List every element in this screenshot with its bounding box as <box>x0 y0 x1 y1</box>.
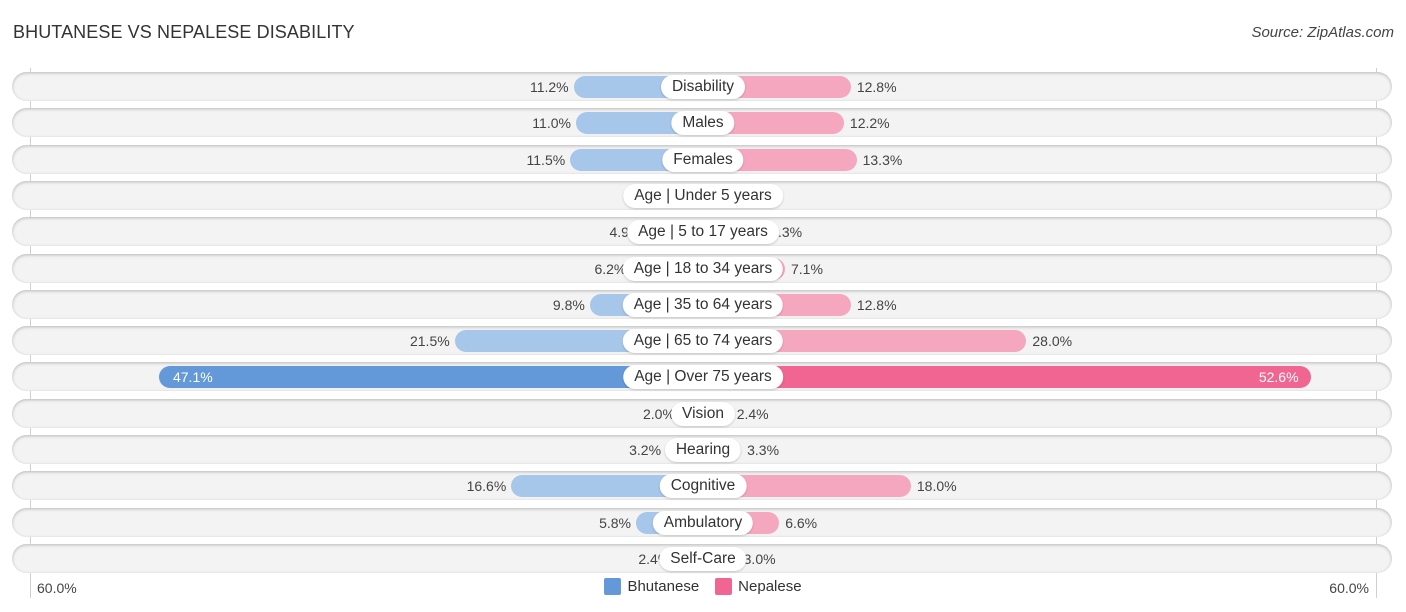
value-label-nepalese: 7.1% <box>791 260 823 277</box>
category-label: Self-Care <box>659 546 747 571</box>
value-label-nepalese: 2.4% <box>736 405 769 422</box>
legend-label-nepalese: Nepalese <box>738 578 802 595</box>
value-label-nepalese: 6.6% <box>785 514 818 531</box>
value-label-bhutanese: 9.8% <box>552 296 585 313</box>
category-label: Age | 35 to 64 years <box>622 292 784 317</box>
value-label-nepalese: 28.0% <box>1032 332 1073 349</box>
category-label: Ambulatory <box>652 510 754 535</box>
category-label: Hearing <box>664 437 742 462</box>
value-label-nepalese: 18.0% <box>916 477 957 494</box>
legend: Bhutanese Nepalese <box>0 578 1406 595</box>
value-label-bhutanese: 11.5% <box>526 151 566 168</box>
value-label-nepalese: 12.2% <box>849 114 890 131</box>
category-label: Age | Over 75 years <box>623 364 783 389</box>
category-label: Age | 65 to 74 years <box>622 328 784 353</box>
value-label-nepalese: 13.3% <box>862 151 903 168</box>
legend-item-bhutanese: Bhutanese <box>604 578 699 595</box>
chart-title: BHUTANESE VS NEPALESE DISABILITY <box>13 22 355 42</box>
category-label: Vision <box>671 401 735 426</box>
bar-bhutanese <box>158 365 703 388</box>
value-label-nepalese: 3.3% <box>747 441 780 458</box>
value-label-bhutanese: 47.1% <box>172 368 213 385</box>
category-label: Age | Under 5 years <box>623 183 783 208</box>
legend-swatch-bhutanese <box>604 578 622 595</box>
category-label: Disability <box>660 74 746 99</box>
value-label-bhutanese: 11.2% <box>529 78 569 95</box>
value-label-nepalese: 52.6% <box>1258 368 1299 385</box>
value-label-nepalese: 3.0% <box>743 550 776 567</box>
value-label-bhutanese: 5.8% <box>599 514 632 531</box>
value-label-nepalese: 12.8% <box>856 78 897 95</box>
legend-label-bhutanese: Bhutanese <box>627 578 700 595</box>
legend-swatch-nepalese <box>715 578 733 595</box>
value-label-bhutanese: 6.2% <box>594 260 627 277</box>
value-label-bhutanese: 11.0% <box>532 114 571 131</box>
value-label-nepalese: 12.8% <box>856 296 897 313</box>
category-label: Females <box>662 147 744 172</box>
value-label-bhutanese: 16.6% <box>466 477 507 494</box>
source-label: Source: ZipAtlas.com <box>1251 24 1394 41</box>
category-label: Cognitive <box>659 473 747 498</box>
value-label-bhutanese: 3.2% <box>629 441 662 458</box>
bar-nepalese <box>703 365 1311 388</box>
category-label: Age | 5 to 17 years <box>627 219 779 244</box>
category-label: Males <box>671 110 735 135</box>
legend-item-nepalese: Nepalese <box>715 578 802 595</box>
value-label-bhutanese: 21.5% <box>409 332 450 349</box>
category-label: Age | 18 to 34 years <box>622 256 784 281</box>
